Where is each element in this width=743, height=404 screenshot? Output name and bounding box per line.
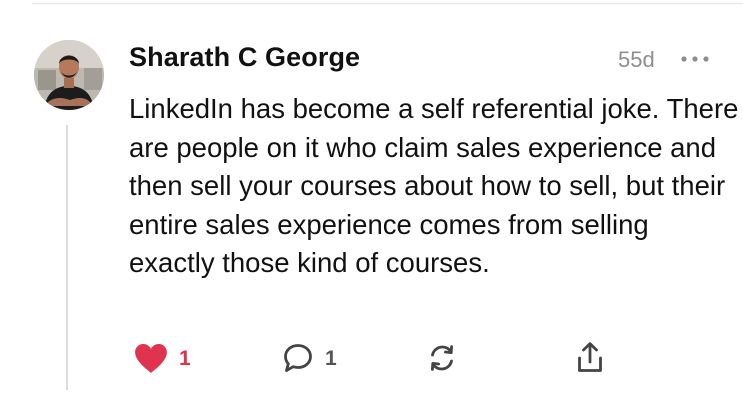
more-options-button[interactable] [679,46,711,72]
like-count: 1 [179,346,191,370]
heart-icon [135,343,167,373]
share-button[interactable] [574,338,606,378]
share-icon [578,342,602,372]
thread-line [66,125,68,390]
more-horizontal-icon [681,56,709,62]
author-avatar[interactable] [34,40,104,110]
comment-timestamp: 55d [618,47,655,72]
reply-count: 1 [325,346,337,370]
restack-button[interactable] [426,338,458,378]
comment-text: LinkedIn has become a self referential j… [129,93,739,278]
like-button[interactable]: 1 [134,338,191,378]
repost-icon [431,345,453,371]
reply-button[interactable]: 1 [282,338,337,378]
author-name[interactable]: Sharath C George [129,42,360,73]
top-divider [32,3,743,4]
speech-bubble-icon [284,344,312,372]
avatar-photo [34,40,104,110]
